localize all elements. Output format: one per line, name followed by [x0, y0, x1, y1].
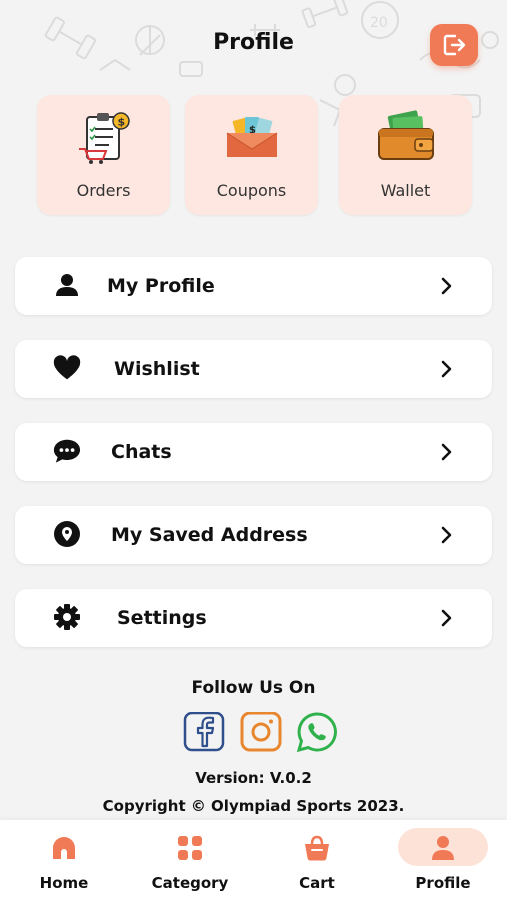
heart-icon: [53, 355, 81, 380]
tile-orders-label: Orders: [76, 181, 131, 200]
menu-item-label: My Saved Address: [111, 524, 308, 546]
facebook-icon: [183, 711, 225, 752]
tile-coupons[interactable]: $ Coupons: [185, 95, 318, 215]
menu-item-chats[interactable]: Chats: [15, 423, 492, 481]
menu-item-my-profile[interactable]: My Profile: [15, 257, 492, 315]
whatsapp-icon: [296, 712, 337, 753]
nav-cart[interactable]: Cart: [267, 828, 367, 894]
social-links: [0, 711, 507, 754]
tile-wallet-label: Wallet: [380, 181, 431, 200]
menu-item-saved-address[interactable]: My Saved Address: [15, 506, 492, 564]
coupons-envelope-icon: $: [226, 117, 277, 157]
bottom-nav: Home Category Cart Profile: [0, 820, 507, 900]
chevron-right-icon: [441, 443, 452, 461]
copyright-text: Copyright © Olympiad Sports 2023.: [102, 797, 405, 815]
nav-cart-label: Cart: [299, 874, 335, 892]
chat-bubble-icon: [53, 439, 81, 463]
menu-item-label: Chats: [111, 441, 172, 463]
chevron-right-icon: [441, 360, 452, 378]
nav-category-label: Category: [151, 874, 229, 892]
quick-tiles: $ Orders $ Coupons Wallet: [0, 95, 507, 217]
basket-icon: [305, 835, 329, 861]
logout-button[interactable]: [430, 24, 478, 66]
nav-home-label: Home: [39, 874, 89, 892]
orders-clipboard-icon: $: [78, 112, 130, 164]
nav-profile-label: Profile: [415, 874, 471, 892]
header: Profile: [0, 0, 507, 90]
instagram-link[interactable]: [240, 711, 282, 752]
tile-wallet[interactable]: Wallet: [339, 95, 472, 215]
version-text: Version: V.0.2: [195, 769, 312, 787]
nav-category[interactable]: Category: [140, 828, 240, 894]
user-icon: [56, 274, 78, 296]
tile-orders[interactable]: $ Orders: [37, 95, 170, 215]
svg-text:$: $: [117, 116, 125, 129]
instagram-icon: [240, 711, 282, 752]
menu-item-label: Wishlist: [114, 358, 200, 380]
menu-item-label: My Profile: [107, 275, 215, 297]
menu-item-wishlist[interactable]: Wishlist: [15, 340, 492, 398]
menu-item-label: Settings: [117, 607, 207, 629]
wallet-icon: [377, 110, 434, 160]
whatsapp-link[interactable]: [296, 712, 338, 753]
grid-icon: [178, 836, 202, 860]
home-icon: [53, 837, 75, 859]
logout-icon: [443, 34, 466, 56]
facebook-link[interactable]: [183, 711, 225, 752]
follow-us-label: Follow Us On: [191, 678, 316, 698]
tile-coupons-label: Coupons: [216, 181, 287, 200]
chevron-right-icon: [441, 277, 452, 295]
chevron-right-icon: [441, 609, 452, 627]
chevron-right-icon: [441, 526, 452, 544]
user-icon: [432, 836, 454, 860]
nav-profile[interactable]: Profile: [398, 828, 488, 894]
menu-item-settings[interactable]: Settings: [15, 589, 492, 647]
nav-home[interactable]: Home: [14, 828, 114, 894]
gear-icon: [54, 604, 80, 630]
location-pin-icon: [54, 521, 80, 547]
